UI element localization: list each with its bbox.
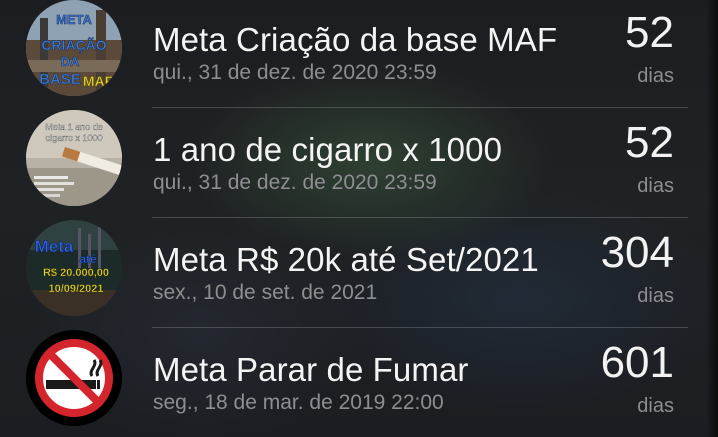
svg-text:10/09/2021: 10/09/2021 [48, 283, 103, 295]
svg-text:até: até [79, 252, 97, 266]
days-unit-label: dias [637, 395, 674, 417]
days-unit-label: dias [637, 285, 674, 307]
svg-text:Meta 1 ano de: Meta 1 ano de [45, 122, 103, 132]
goal-title: Meta Criação da base MAF [153, 21, 558, 58]
construction-photo-icon: META CRIAÇÃO DA BASE MAF [26, 0, 122, 96]
widget-edge-shadow [706, 0, 718, 437]
cigarette-photo-icon: Meta 1 ano de cigarro x 1000 [26, 110, 122, 206]
svg-text:BASE: BASE [39, 71, 81, 88]
goal-date: sex., 10 de set. de 2021 [153, 281, 378, 304]
svg-text:DA: DA [61, 54, 80, 69]
goal-row[interactable]: Meta Parar de Fumar seg., 18 de mar. de … [0, 323, 718, 433]
svg-text:CRIAÇÃO: CRIAÇÃO [41, 36, 106, 53]
days-unit-label: dias [637, 65, 674, 87]
goal-row[interactable]: META CRIAÇÃO DA BASE MAF Meta Criação da… [0, 0, 718, 103]
svg-text:R$ 20.000,00: R$ 20.000,00 [43, 267, 109, 279]
days-remaining-count: 52 [625, 8, 674, 57]
days-remaining-count: 52 [625, 118, 674, 167]
svg-text:MAF: MAF [83, 73, 114, 89]
countdown-widget: META CRIAÇÃO DA BASE MAF Meta Criação da… [0, 0, 718, 437]
svg-text:Meta: Meta [35, 237, 74, 256]
goal-date: seg., 18 de mar. de 2019 22:00 [153, 391, 444, 414]
goal-date: qui., 31 de dez. de 2020 23:59 [153, 61, 437, 84]
days-remaining-count: 601 [600, 338, 674, 387]
goal-title: Meta Parar de Fumar [153, 351, 469, 388]
svg-text:cigarro x 1000: cigarro x 1000 [45, 133, 102, 143]
days-remaining-count: 304 [600, 228, 674, 277]
goal-date: qui., 31 de dez. de 2020 23:59 [153, 171, 437, 194]
goal-row[interactable]: Meta 1 ano de cigarro x 1000 1 ano de ci… [0, 103, 718, 213]
days-unit-label: dias [637, 175, 674, 197]
goal-title: 1 ano de cigarro x 1000 [153, 131, 503, 168]
goal-title: Meta R$ 20k até Set/2021 [153, 241, 539, 278]
goal-row[interactable]: Meta R$ 20.000,00 até 10/09/2021 Meta R$… [0, 213, 718, 323]
no-smoking-icon [26, 330, 122, 426]
svg-text:META: META [56, 12, 92, 27]
money-goal-icon: Meta R$ 20.000,00 até 10/09/2021 [26, 220, 122, 316]
